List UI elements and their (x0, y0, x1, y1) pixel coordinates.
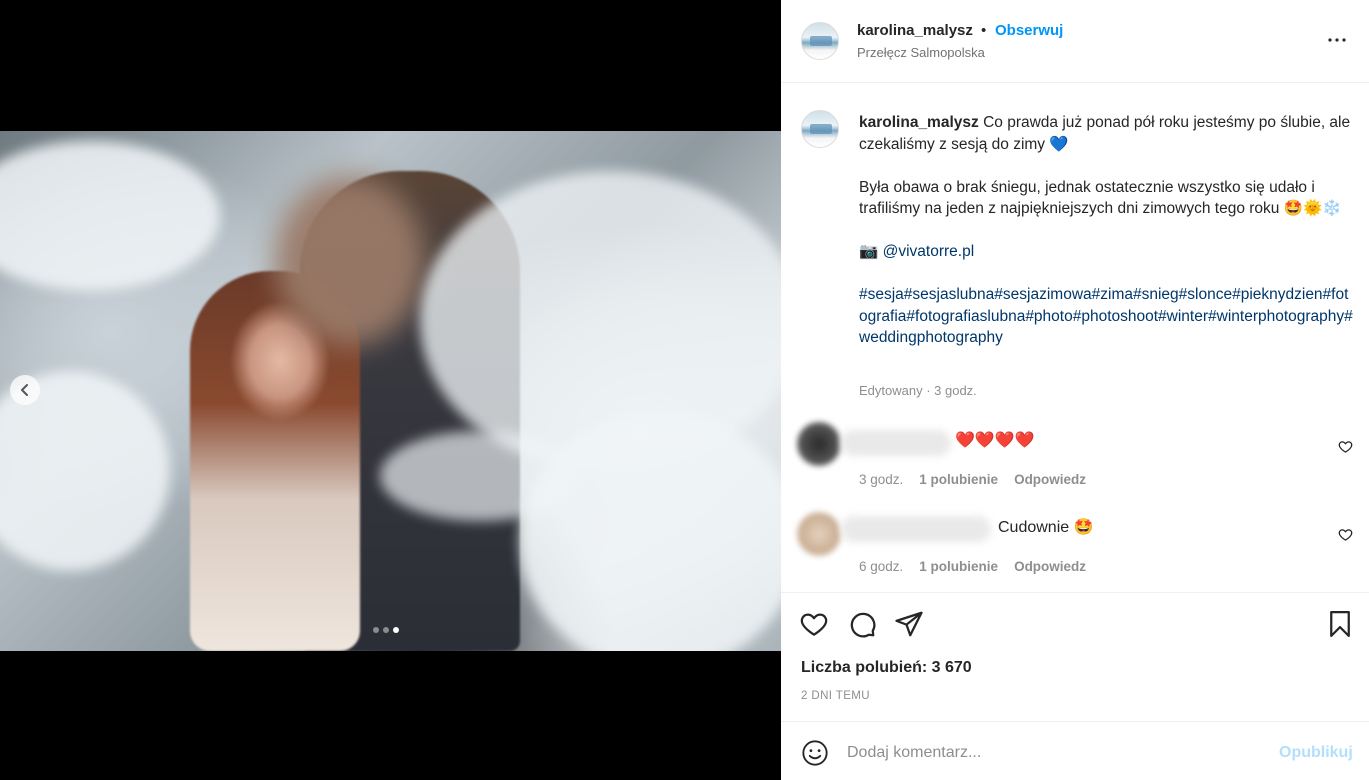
location-link[interactable]: Przełęcz Salmopolska (857, 45, 985, 60)
share-send-icon[interactable] (894, 609, 924, 639)
camera-emoji: 📷 (859, 243, 879, 260)
publish-button[interactable]: Opublikuj (1279, 744, 1353, 762)
commenter-avatar[interactable] (797, 512, 841, 556)
carousel-dots (373, 627, 399, 633)
comment-likes[interactable]: 1 polubienie (919, 559, 998, 574)
caption-meta: Edytowany · 3 godz. (859, 383, 977, 398)
post-date: 2 DNI TEMU (801, 690, 870, 702)
comment-text: Cudownie 🤩 (998, 519, 1094, 536)
carousel-dot (383, 627, 389, 633)
author-avatar[interactable] (801, 22, 839, 60)
separator-dot: • (981, 22, 987, 39)
comment-time: 6 godz. (859, 559, 904, 574)
emoji-icon[interactable] (801, 739, 829, 767)
author-username[interactable]: karolina_malysz (857, 22, 973, 39)
comment-text: ❤️❤️❤️❤️ (955, 432, 1035, 449)
post-header: karolina_malysz • Obserwuj Przełęcz Salm… (781, 0, 1369, 83)
chevron-left-icon (21, 384, 28, 396)
likes-count[interactable]: Liczba polubień: 3 670 (801, 659, 972, 677)
comment-time: 3 godz. (859, 472, 904, 487)
hashtags[interactable]: #sesja#sesjaslubna#sesjazimowa#zima#snie… (859, 284, 1357, 349)
heart-icon[interactable] (1338, 439, 1353, 454)
carousel-prev-button[interactable] (10, 375, 40, 405)
post-panel: karolina_malysz • Obserwuj Przełęcz Salm… (781, 0, 1369, 780)
commenter-username-blurred[interactable] (841, 430, 951, 456)
comment-meta: 3 godz. 1 polubienie Odpowiedz (859, 472, 1086, 487)
comment-item: ❤️❤️❤️❤️ 3 godz. 1 polubienie Odpowiedz (781, 420, 1369, 500)
post-media (0, 0, 781, 780)
comment-input[interactable] (847, 740, 1267, 766)
heart-icon[interactable] (1338, 527, 1353, 542)
caption-author-avatar[interactable] (801, 110, 839, 148)
comment-reply-button[interactable]: Odpowiedz (1014, 472, 1086, 487)
like-heart-icon[interactable] (799, 609, 829, 639)
caption-line-2: Była obawa o brak śniegu, jednak ostatec… (859, 178, 1342, 218)
snow-branch (380, 431, 580, 521)
commenter-username-blurred[interactable] (841, 516, 991, 542)
comment-likes[interactable]: 1 polubienie (919, 472, 998, 487)
action-bar: Liczba polubień: 3 670 2 DNI TEMU (781, 592, 1369, 721)
snow-branch (0, 141, 220, 291)
follow-button[interactable]: Obserwuj (995, 22, 1063, 39)
commenter-avatar[interactable] (797, 422, 841, 466)
more-horizontal-icon[interactable] (1325, 28, 1349, 52)
caption-author[interactable]: karolina_malysz (859, 114, 979, 131)
post-photo[interactable] (0, 131, 781, 651)
comment-item: Cudownie 🤩 6 godz. 1 polubienie Odpowied… (781, 507, 1369, 587)
comment-meta: 6 godz. 1 polubienie Odpowiedz (859, 559, 1086, 574)
blurred-face (275, 176, 425, 346)
comment-composer: Opublikuj (781, 721, 1369, 780)
carousel-dot-active (393, 627, 399, 633)
caption-text: karolina_malysz Co prawda już ponad pół … (859, 112, 1357, 349)
carousel-dot (373, 627, 379, 633)
comment-reply-button[interactable]: Odpowiedz (1014, 559, 1086, 574)
bookmark-save-icon[interactable] (1325, 609, 1355, 639)
mention-link[interactable]: @vivatorre.pl (883, 243, 975, 260)
comment-bubble-icon[interactable] (847, 609, 877, 639)
